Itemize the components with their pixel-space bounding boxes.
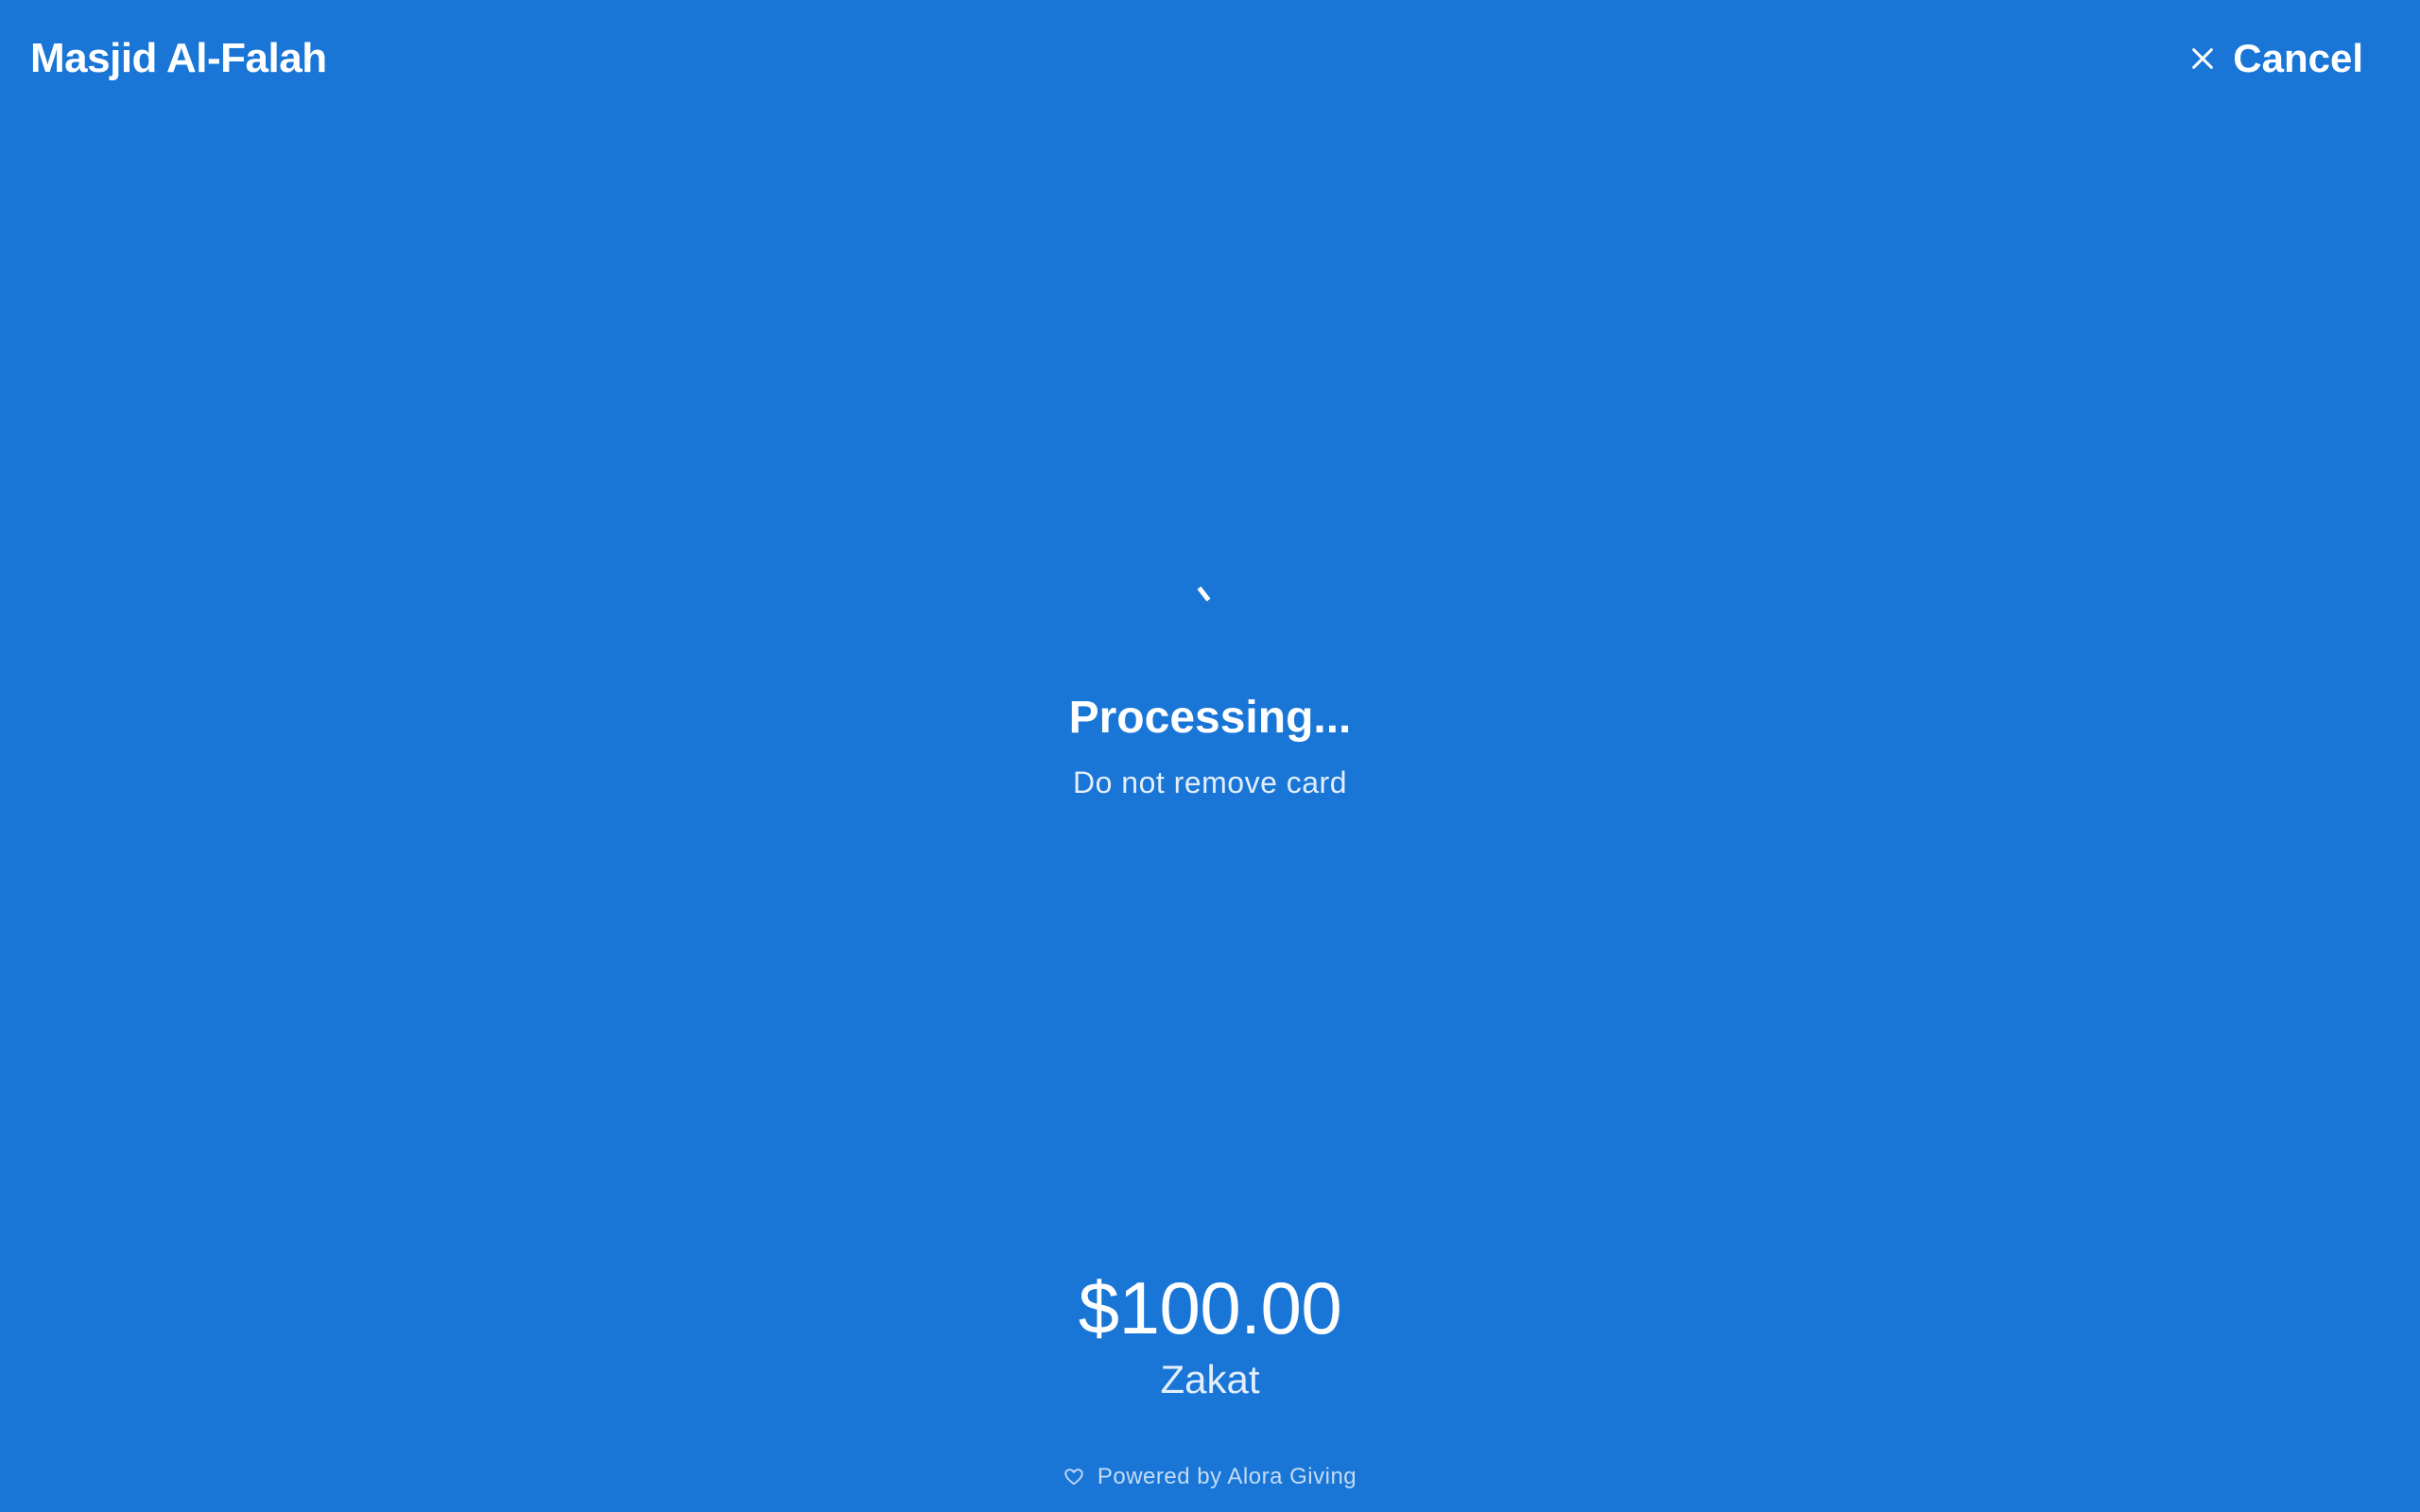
cancel-button[interactable]: Cancel xyxy=(2182,28,2371,89)
close-icon xyxy=(2189,45,2216,72)
donation-fund: Zakat xyxy=(1160,1357,1260,1401)
processing-status: Processing... Do not remove card xyxy=(0,567,2420,801)
footer: Powered by Alora Giving xyxy=(0,1463,2420,1491)
heart-icon xyxy=(1063,1467,1084,1487)
processing-screen: Masjid Al-Falah Cancel Processing... Do … xyxy=(0,0,2420,1512)
donation-summary: $100.00 Zakat xyxy=(0,1263,2420,1406)
powered-by-text: Powered by Alora Giving xyxy=(1097,1464,1357,1489)
donation-amount: $100.00 xyxy=(1078,1266,1342,1349)
status-subtitle: Do not remove card xyxy=(1072,765,1347,799)
status-title: Processing... xyxy=(1068,693,1352,743)
cancel-label: Cancel xyxy=(2233,36,2363,80)
organization-name: Masjid Al-Falah xyxy=(30,35,327,81)
loading-spinner-icon xyxy=(1197,586,1211,602)
